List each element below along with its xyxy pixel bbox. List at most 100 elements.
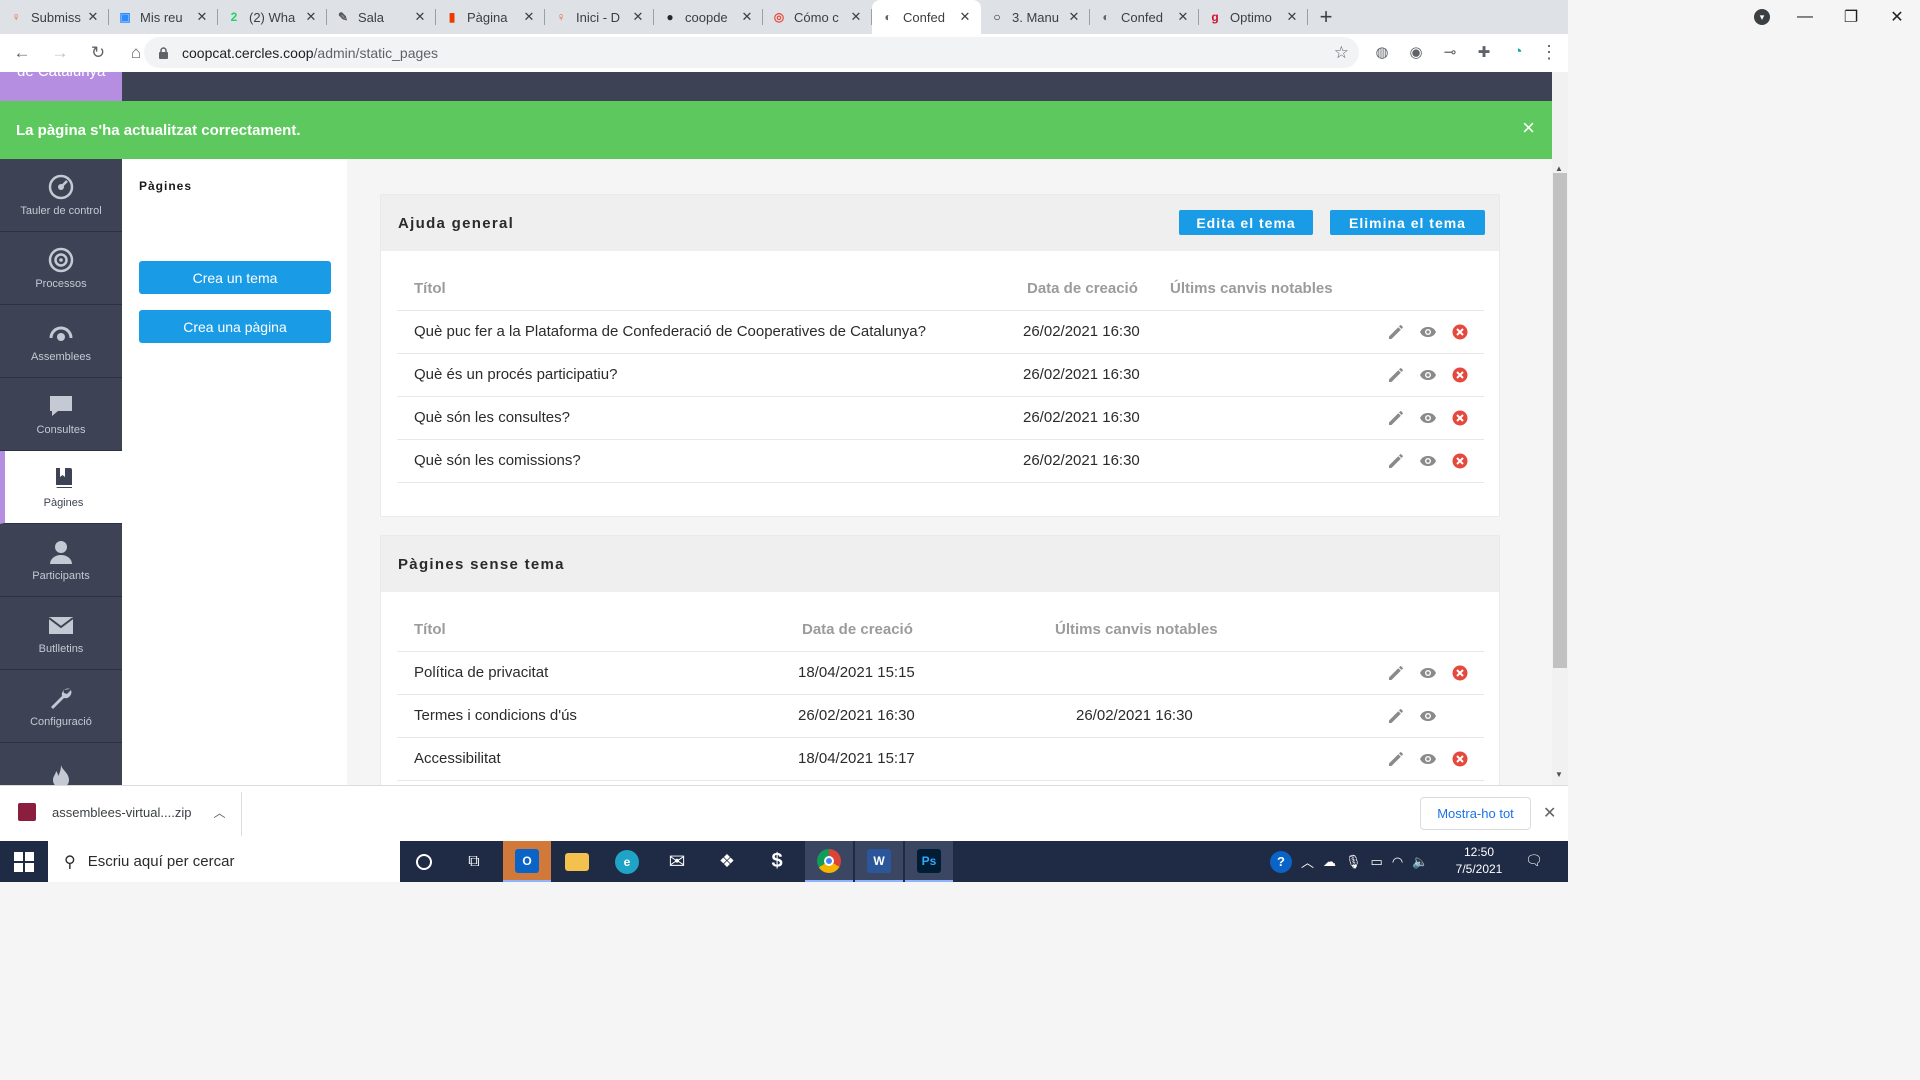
browser-tab[interactable]: ○ 3. Manu ✕ bbox=[981, 0, 1090, 34]
cell-title[interactable]: Termes i condicions d'ús bbox=[397, 694, 782, 738]
browser-tab[interactable]: ♀ Submiss ✕ bbox=[0, 0, 109, 34]
pencil-icon[interactable] bbox=[1387, 366, 1405, 384]
task-view-icon[interactable]: ⧉ bbox=[450, 841, 498, 882]
browser-tab[interactable]: ◐ Confed ✕ bbox=[1090, 0, 1199, 34]
sidebar-item[interactable]: Processos bbox=[0, 232, 122, 305]
eye-icon[interactable] bbox=[1419, 707, 1437, 725]
close-tab-icon[interactable]: ✕ bbox=[412, 9, 428, 25]
extension-key-icon[interactable]: ⊸ bbox=[1440, 43, 1460, 63]
outlook-icon[interactable]: O bbox=[503, 841, 551, 882]
cell-title[interactable]: Accessibilitat bbox=[397, 737, 782, 781]
eye-icon[interactable] bbox=[1419, 366, 1437, 384]
browser-tab[interactable]: ▣ Mis reu ✕ bbox=[109, 0, 218, 34]
eye-icon[interactable] bbox=[1419, 323, 1437, 341]
onedrive-icon[interactable]: ☁ bbox=[1323, 854, 1336, 870]
close-window-icon[interactable]: ✕ bbox=[1874, 7, 1920, 27]
close-tab-icon[interactable]: ✕ bbox=[1175, 9, 1191, 25]
scroll-thumb[interactable] bbox=[1553, 173, 1567, 668]
extension-chat-icon[interactable]: ◔ bbox=[1508, 43, 1528, 63]
close-tab-icon[interactable]: ✕ bbox=[848, 9, 864, 25]
delete-topic-button[interactable]: Elimina el tema bbox=[1330, 210, 1485, 235]
flash-close-icon[interactable]: × bbox=[1522, 115, 1535, 141]
close-tab-icon[interactable]: ✕ bbox=[630, 9, 646, 25]
windows-start-icon[interactable] bbox=[14, 852, 34, 872]
sidebar-item[interactable]: Configuració bbox=[0, 670, 122, 743]
delete-icon[interactable] bbox=[1451, 664, 1469, 682]
bookmark-star-icon[interactable]: ☆ bbox=[1334, 43, 1349, 63]
extension-grid-icon[interactable]: ◍ bbox=[1372, 43, 1392, 63]
download-item[interactable]: assemblees-virtual....zip ︿ bbox=[18, 803, 225, 821]
close-tab-icon[interactable]: ✕ bbox=[1066, 9, 1082, 25]
cell-title[interactable]: Política de privacitat bbox=[397, 651, 782, 695]
sidebar-item[interactable]: Tauler de control bbox=[0, 159, 122, 232]
close-tab-icon[interactable]: ✕ bbox=[739, 9, 755, 25]
delete-icon[interactable] bbox=[1451, 452, 1469, 470]
browser-tab[interactable]: ▮ Pàgina ✕ bbox=[436, 0, 545, 34]
chevron-up-icon[interactable]: ︿ bbox=[213, 804, 225, 821]
close-tab-icon[interactable]: ✕ bbox=[957, 9, 973, 25]
show-all-downloads-button[interactable]: Mostra-ho tot bbox=[1420, 797, 1531, 830]
taskbar-clock[interactable]: 12:50 7/5/2021 bbox=[1446, 844, 1512, 878]
pencil-icon[interactable] bbox=[1387, 409, 1405, 427]
help-icon[interactable]: ? bbox=[1270, 850, 1292, 873]
eye-icon[interactable] bbox=[1419, 452, 1437, 470]
delete-icon[interactable] bbox=[1451, 409, 1469, 427]
edit-topic-button[interactable]: Edita el tema bbox=[1179, 210, 1313, 235]
scroll-down-icon[interactable]: ▼ bbox=[1555, 770, 1563, 779]
delete-icon[interactable] bbox=[1451, 750, 1469, 768]
delete-icon[interactable] bbox=[1451, 366, 1469, 384]
page-scrollbar[interactable]: ▲ ▼ bbox=[1552, 72, 1568, 785]
back-icon[interactable]: ← bbox=[6, 43, 38, 63]
forward-icon[interactable]: → bbox=[44, 43, 76, 63]
microphone-icon[interactable]: 🎙 bbox=[1345, 854, 1362, 870]
close-tab-icon[interactable]: ✕ bbox=[194, 9, 210, 25]
cell-title[interactable]: Què són les comissions? bbox=[397, 439, 1007, 483]
browser-tab[interactable]: ◐ Confed ✕ bbox=[872, 0, 981, 34]
address-bar[interactable]: coopcat.cercles.coop/admin/static_pages … bbox=[144, 37, 1359, 68]
pencil-icon[interactable] bbox=[1387, 323, 1405, 341]
eye-icon[interactable] bbox=[1419, 664, 1437, 682]
eye-icon[interactable] bbox=[1419, 409, 1437, 427]
url-text[interactable]: coopcat.cercles.coop/admin/static_pages bbox=[182, 45, 438, 61]
browser-tab[interactable]: g Optimo ✕ bbox=[1199, 0, 1308, 34]
cortana-icon[interactable] bbox=[400, 841, 448, 882]
browser-tab[interactable]: ✎ Sala ✕ bbox=[327, 0, 436, 34]
cell-title[interactable]: Què són les consultes? bbox=[397, 396, 1007, 440]
pencil-icon[interactable] bbox=[1387, 750, 1405, 768]
mail-icon[interactable]: ✉ bbox=[653, 841, 701, 882]
close-tab-icon[interactable]: ✕ bbox=[521, 9, 537, 25]
create-topic-button[interactable]: Crea un tema bbox=[139, 261, 331, 294]
pencil-icon[interactable] bbox=[1387, 664, 1405, 682]
word-icon[interactable]: W bbox=[855, 841, 903, 882]
volume-icon[interactable]: 🔈 bbox=[1412, 854, 1428, 870]
file-explorer-icon[interactable] bbox=[553, 841, 601, 882]
taskbar-search-box[interactable]: ⚲ Escriu aquí per cercar bbox=[48, 841, 400, 882]
browser-tab[interactable]: 2 (2) Wha ✕ bbox=[218, 0, 327, 34]
close-tab-icon[interactable]: ✕ bbox=[303, 9, 319, 25]
sidebar-item[interactable]: Pàgines bbox=[0, 451, 122, 524]
notifications-icon[interactable]: 🗨 bbox=[1525, 852, 1543, 870]
close-tab-icon[interactable]: ✕ bbox=[85, 9, 101, 25]
browser-menu-icon[interactable]: ⋮ bbox=[1540, 42, 1558, 63]
pencil-icon[interactable] bbox=[1387, 452, 1405, 470]
dropbox-icon[interactable]: ❖ bbox=[703, 841, 751, 882]
extensions-puzzle-icon[interactable]: ✚ bbox=[1474, 43, 1494, 63]
sidebar-item[interactable]: Consultes bbox=[0, 378, 122, 451]
create-page-button[interactable]: Crea una pàgina bbox=[139, 310, 331, 343]
chrome-icon[interactable] bbox=[805, 841, 853, 882]
new-tab-button[interactable]: + bbox=[1306, 0, 1346, 34]
wifi-icon[interactable]: ◠ bbox=[1392, 854, 1403, 870]
delete-icon[interactable] bbox=[1451, 323, 1469, 341]
edge-icon[interactable]: e bbox=[603, 841, 651, 882]
tab-search-icon[interactable]: ▾ bbox=[1754, 9, 1770, 25]
scroll-up-icon[interactable]: ▲ bbox=[1555, 164, 1563, 173]
reload-icon[interactable]: ↻ bbox=[82, 43, 114, 63]
lock-icon[interactable] bbox=[158, 46, 170, 59]
cell-title[interactable]: Què puc fer a la Plataforma de Confedera… bbox=[397, 310, 1007, 354]
sidebar-item[interactable]: Butlletins bbox=[0, 597, 122, 670]
browser-tab[interactable]: ♀ Inici - D ✕ bbox=[545, 0, 654, 34]
sidebar-item[interactable]: Participants bbox=[0, 524, 122, 597]
battery-icon[interactable]: ▭ bbox=[1371, 854, 1383, 870]
pencil-icon[interactable] bbox=[1387, 707, 1405, 725]
minimize-icon[interactable]: — bbox=[1782, 8, 1828, 26]
